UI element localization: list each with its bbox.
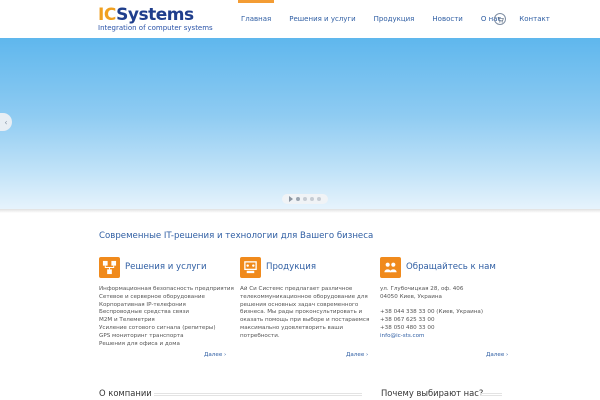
- services-title[interactable]: Решения и услуги: [125, 262, 207, 272]
- products-column: Продукция Ай Си Системс предлагает разли…: [240, 256, 370, 341]
- logo-subtitle: Integration of computer systems: [98, 24, 213, 32]
- slider-pagination: [282, 194, 328, 204]
- chevron-left-icon: ‹: [4, 117, 8, 127]
- phone-line: +38 044 338 33 00 (Киев, Украина): [380, 309, 484, 316]
- slider-dot[interactable]: [303, 197, 307, 201]
- contact-title[interactable]: Обращайтесь к нам: [406, 262, 496, 272]
- cart-icon: [497, 16, 504, 23]
- nav-item-contact[interactable]: Контакт: [510, 0, 559, 38]
- contact-column: Обращайтесь к нам ул. Глубочицкая 28, оф…: [380, 256, 505, 341]
- products-more-link[interactable]: Далее ›: [346, 352, 368, 358]
- services-list: Информационная безопасность предприятия …: [99, 286, 234, 349]
- contact-header: Обращайтесь к нам: [380, 256, 505, 278]
- hero-slider: [0, 38, 600, 209]
- list-item[interactable]: GPS мониторинг транспорта: [99, 333, 224, 341]
- services-column: Решения и услуги Информационная безопасн…: [99, 256, 234, 349]
- list-item[interactable]: Информационная безопасность предприятия: [99, 286, 234, 294]
- play-icon[interactable]: [289, 196, 293, 202]
- text-line: телекоммуникационное оборудование для: [240, 293, 368, 300]
- contact-icon: [380, 256, 401, 278]
- list-item[interactable]: Усиление сотового сигнала (репитеры): [99, 325, 224, 333]
- products-description: Ай Си Системс предлагает различное телек…: [240, 286, 370, 341]
- list-item[interactable]: Беспроводные средства связи: [99, 309, 224, 317]
- list-item[interactable]: Решения для офиса и дома: [99, 341, 224, 349]
- phone-line: +38 067 625 33 00: [380, 317, 435, 324]
- nav-item-products[interactable]: Продукция: [365, 0, 424, 38]
- text-line: бизнеса. Мы рады проконсультировать и: [240, 309, 363, 316]
- about-heading: О компании: [99, 388, 152, 398]
- list-item[interactable]: M2M и Телеметрия: [99, 317, 224, 325]
- services-header: Решения и услуги: [99, 256, 224, 278]
- products-title[interactable]: Продукция: [266, 262, 316, 272]
- email-link[interactable]: info@ic-sts.com: [380, 333, 505, 341]
- divider: [154, 393, 362, 396]
- services-more-link[interactable]: Далее ›: [204, 352, 226, 358]
- nav-item-news[interactable]: Новости: [423, 0, 471, 38]
- page-tagline: Современные IT-решения и технологии для …: [99, 231, 374, 241]
- main-nav: Главная Решения и услуги Продукция Новос…: [232, 0, 559, 38]
- phone-line: +38 050 480 33 00: [380, 324, 435, 331]
- products-header: Продукция: [240, 256, 365, 278]
- contact-more-link[interactable]: Далее ›: [486, 352, 508, 358]
- site-header: ICSystems Integration of computer system…: [0, 0, 600, 38]
- slider-dot[interactable]: [310, 197, 314, 201]
- slider-shadow: [0, 209, 600, 213]
- list-item[interactable]: Корпоративная IP-телефония: [99, 302, 224, 310]
- address-line: ул. Глубочицкая 28, оф. 406: [380, 286, 464, 292]
- text-line: оказать помощь при выборе и постараемся: [240, 317, 370, 324]
- slider-dot[interactable]: [317, 197, 321, 201]
- cart-button[interactable]: [494, 13, 506, 25]
- products-icon: [240, 256, 261, 278]
- why-us-heading: Почему выбирают нас?: [381, 388, 484, 398]
- logo-wordmark: ICSystems: [98, 5, 194, 25]
- logo[interactable]: ICSystems Integration of computer system…: [98, 5, 213, 33]
- slider-dot[interactable]: [296, 197, 300, 201]
- nav-item-home[interactable]: Главная: [232, 0, 280, 38]
- contact-details: ул. Глубочицкая 28, оф. 406 04050 Киев, …: [380, 286, 505, 341]
- address-line: 04050 Киев, Украина: [380, 293, 442, 300]
- nav-item-solutions[interactable]: Решения и услуги: [280, 0, 364, 38]
- text-line: максимально удовлетворить ваши: [240, 324, 344, 331]
- text-line: потребности.: [240, 332, 280, 339]
- text-line: решения основных задач современного: [240, 301, 359, 308]
- services-icon: [99, 256, 120, 278]
- text-line: Ай Си Системс предлагает различное: [240, 286, 353, 292]
- divider: [480, 393, 502, 396]
- list-item[interactable]: Сетевое и серверное оборудование: [99, 294, 224, 302]
